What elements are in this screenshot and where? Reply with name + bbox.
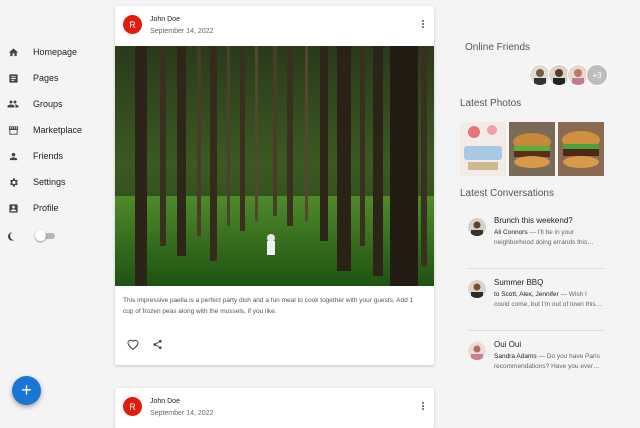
divider [468,330,605,331]
post-author: John Doe [150,16,180,23]
conversation-item[interactable]: Oui Oui Sandra Adams — Do you have Paris… [468,340,605,397]
sidebar-item-label: Pages [33,73,59,83]
storefront-icon [7,124,19,136]
conversation-item[interactable]: Summer BBQ to Scott, Alex, Jennifer — Wi… [468,278,605,335]
conversation-sender: Sandra Adams [494,353,537,360]
photo-thumbnail[interactable] [558,122,604,176]
sidebar-item-label: Groups [33,99,63,109]
avatar[interactable]: R [123,15,142,34]
conversation-title: Oui Oui [494,340,522,349]
dark-mode-toggle[interactable] [7,230,55,242]
gear-icon [7,176,19,188]
sidebar-item-settings[interactable]: Settings [7,172,66,192]
sidebar: Homepage Pages Groups Marketplace Friend… [0,0,105,420]
person-icon [7,150,19,162]
post-text: This impressive paella is a perfect part… [123,297,414,315]
conversation-preview: Sandra Adams — Do you have Paris recomme… [494,352,604,372]
dark-mode-switch[interactable] [35,230,55,241]
conversation-preview: to Scott, Alex, Jennifer — Wish I could … [494,290,604,310]
conversation-title: Brunch this weekend? [494,216,573,225]
conversation-sender: Ali Connors [494,229,528,236]
sidebar-item-homepage[interactable]: Homepage [7,42,77,62]
conversation-preview: Ali Connors — I'll be in your neighborho… [494,228,604,248]
more-friends-count[interactable]: +3 [586,64,608,86]
post-date: September 14, 2022 [150,28,214,35]
home-icon [7,46,19,58]
article-icon [7,72,19,84]
sidebar-item-label: Marketplace [33,125,83,135]
sidebar-item-label: Homepage [33,47,78,57]
sidebar-item-groups[interactable]: Groups [7,94,63,114]
sidebar-item-label: Settings [33,177,66,187]
post-card: R John Doe September 14, 2022 [115,6,434,365]
post-header: R John Doe September 14, 2022 [115,6,434,46]
group-icon [7,98,19,110]
avatar [468,342,486,360]
sidebar-item-label: Profile [33,203,59,213]
sidebar-item-marketplace[interactable]: Marketplace [7,120,82,140]
post-author: John Doe [150,398,180,405]
sidebar-item-profile[interactable]: Profile [7,198,59,218]
avatar [468,218,486,236]
conversation-sender: to Scott, Alex, Jennifer [494,291,559,298]
add-post-button[interactable]: + [12,376,41,405]
post-actions [127,338,163,350]
post-card: R John Doe September 14, 2022 [115,388,434,428]
sidebar-item-label: Friends [33,151,64,161]
post-date: September 14, 2022 [150,410,214,417]
more-vert-icon[interactable] [422,19,424,29]
online-friends-title: Online Friends [465,42,531,53]
share-icon[interactable] [151,338,163,350]
latest-conversations-title: Latest Conversations [460,188,554,199]
post-image [115,46,434,286]
moon-icon [7,230,19,242]
conversation-item[interactable]: Brunch this weekend? Ali Connors — I'll … [468,216,605,273]
favorite-icon[interactable] [127,338,139,350]
account-box-icon [7,202,19,214]
avatar [468,280,486,298]
conversation-title: Summer BBQ [494,278,544,287]
photo-thumbnail[interactable] [460,122,506,176]
more-vert-icon[interactable] [422,401,424,411]
online-friends: +3 [529,64,608,86]
right-panel: Online Friends +3 Latest Photos Latest C… [458,0,628,420]
sidebar-item-friends[interactable]: Friends [7,146,63,166]
post-header: R John Doe September 14, 2022 [115,388,434,428]
latest-photos [460,122,604,176]
switch-knob [35,230,46,241]
latest-photos-title: Latest Photos [460,98,522,109]
avatar[interactable]: R [123,397,142,416]
photo-thumbnail[interactable] [509,122,555,176]
divider [468,268,605,269]
sidebar-item-pages[interactable]: Pages [7,68,59,88]
plus-icon: + [21,380,32,400]
